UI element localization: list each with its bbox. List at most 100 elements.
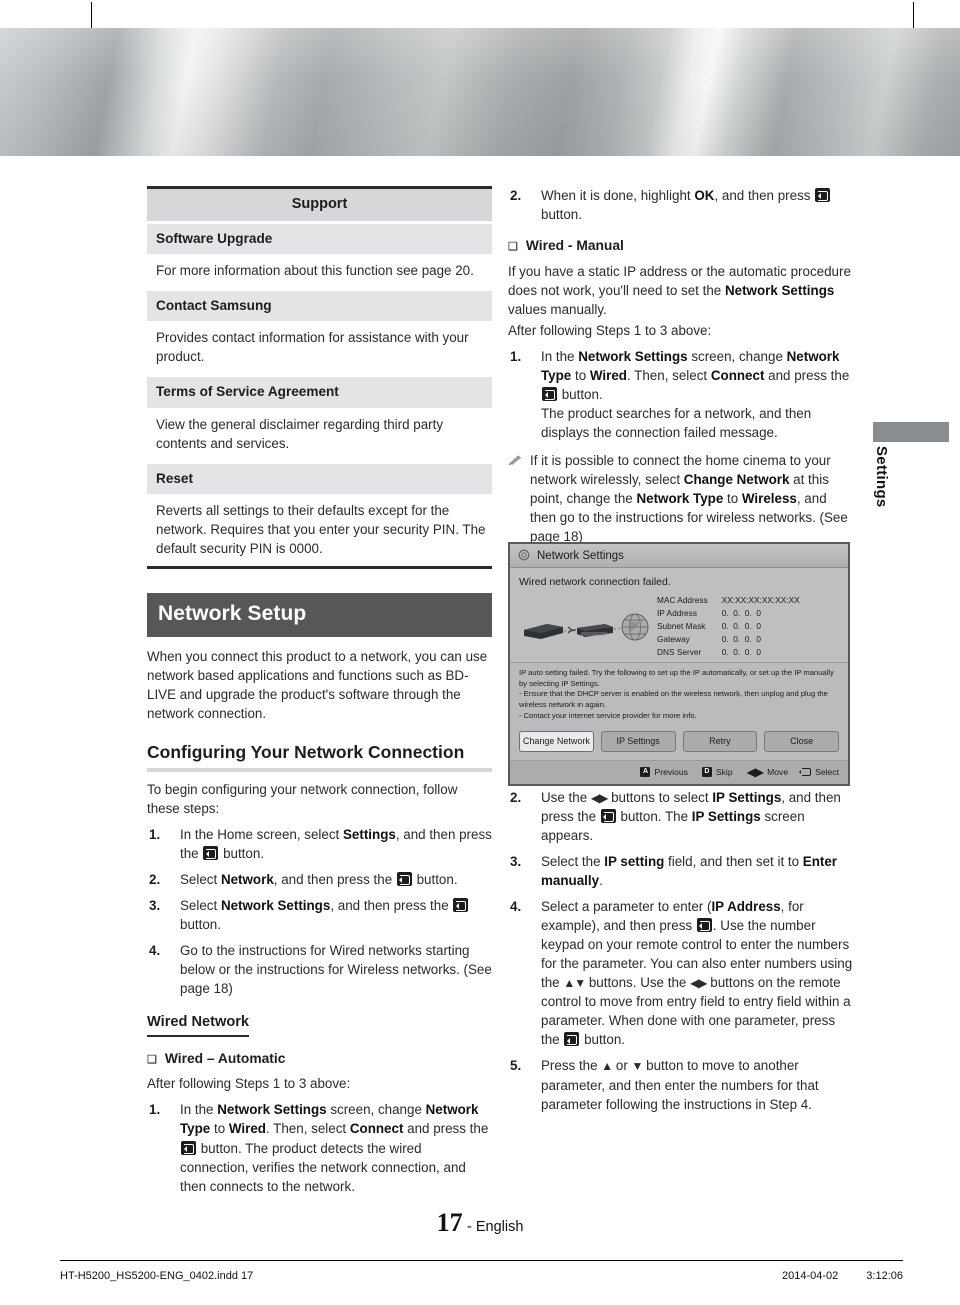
- table-row: Gateway 0. 0. 0. 0: [657, 632, 800, 645]
- nav-skip[interactable]: D Skip: [701, 765, 733, 779]
- ip-settings-button[interactable]: IP Settings: [600, 730, 676, 752]
- step-text: When it is done, highlight OK, and then …: [541, 188, 831, 222]
- help-line: - Ensure that the DHCP server is enabled…: [519, 689, 828, 710]
- support-row-heading: Reset: [147, 463, 492, 494]
- nav-select[interactable]: Select: [799, 765, 839, 779]
- dialog-help-text: IP auto setting failed. Try the followin…: [510, 661, 848, 728]
- wireless-note: If it is possible to connect the home ci…: [508, 451, 853, 546]
- step-number: 3.: [510, 854, 522, 870]
- change-network-button[interactable]: Change Network: [519, 730, 594, 752]
- table-row: MAC Address XX:XX:XX:XX:XX:XX: [657, 594, 800, 607]
- step-text: Use the ◀▶ buttons to select IP Settings…: [541, 790, 841, 844]
- decorative-header-banner: [0, 28, 960, 156]
- list-item: 4. Select a parameter to enter (IP Addres…: [508, 897, 853, 1049]
- wired-network-heading: Wired Network: [147, 1012, 250, 1037]
- info-value: XX:XX:XX:XX:XX:XX: [721, 595, 800, 606]
- wired-manual-intro2: After following Steps 1 to 3 above:: [508, 322, 712, 338]
- side-tab-settings: Settings: [873, 422, 949, 508]
- page-language: - English: [467, 1219, 524, 1235]
- dialog-nav-bar: A Previous D Skip ◀▶ Move Select: [510, 759, 848, 784]
- page-number: 17: [436, 1208, 463, 1237]
- configuring-steps-list: 1. In the Home screen, select Settings, a…: [147, 825, 492, 998]
- step-number: 2.: [510, 188, 522, 203]
- pencil-note-icon: [508, 455, 521, 466]
- step-text: Select Network, and then press the butto…: [180, 871, 458, 887]
- info-key: IP Address: [657, 608, 697, 619]
- key-a-icon: A: [640, 766, 651, 777]
- close-button[interactable]: Close: [764, 730, 839, 752]
- side-tab-label: Settings: [873, 446, 890, 508]
- enter-button-icon: [453, 897, 469, 912]
- list-item: 2. When it is done, highlight OK, and the…: [508, 186, 853, 224]
- dialog-info-area: MAC Address XX:XX:XX:XX:XX:XX IP Address 0…: [519, 594, 839, 658]
- network-topology-illustration: [524, 613, 649, 641]
- page-number-block: 17 - English: [0, 1208, 960, 1238]
- network-settings-dialog-screenshot: Network Settings Wired network connectio…: [508, 542, 850, 786]
- enter-button-icon: [181, 1140, 196, 1155]
- nav-previous[interactable]: A Previous: [640, 765, 688, 779]
- wired-network-heading-wrap: Wired Network: [147, 998, 492, 1037]
- step-text: Select a parameter to enter (IP Address,…: [541, 899, 853, 1048]
- step-text: In the Home screen, select Settings, and…: [180, 826, 492, 861]
- step-number: 2.: [510, 790, 522, 806]
- wired-automatic-bullet: ❑ Wired – Automatic: [147, 1049, 492, 1069]
- enter-button-icon: [542, 386, 557, 401]
- dialog-button-row: Change Network IP Settings Retry Close: [510, 727, 848, 760]
- step-number: 2.: [149, 871, 161, 887]
- print-footer: HT-H5200_HS5200-ENG_0402.indd 17 2014-04…: [60, 1270, 903, 1282]
- wired-automatic-steps: 1. In the Network Settings screen, change…: [147, 1100, 492, 1195]
- table-row: Subnet Mask 0. 0. 0. 0: [657, 620, 800, 633]
- step-text: Press the ▲ or ▼ button to move to anoth…: [541, 1058, 819, 1112]
- list-item: 5. Press the ▲ or ▼ button to move to ano…: [508, 1056, 853, 1113]
- square-bullet-icon: ❑: [147, 1053, 157, 1066]
- info-value: 0. 0. 0. 0: [721, 646, 761, 657]
- help-line: IP auto setting failed. Try the followin…: [519, 667, 834, 688]
- nav-label: Previous: [654, 766, 688, 777]
- step-number: 1.: [149, 1102, 161, 1118]
- footer-date: 2014-04-02: [782, 1270, 839, 1282]
- list-item: 3. Select the IP setting field, and then …: [508, 852, 853, 890]
- square-bullet-icon: ❑: [508, 241, 518, 254]
- list-item: 4. Go to the instructions for Wired netwo…: [147, 941, 492, 998]
- dialog-title-bar: Network Settings: [510, 544, 848, 568]
- configuring-connection-intro: To begin configuring your network connec…: [147, 781, 458, 816]
- info-key: MAC Address: [657, 595, 708, 606]
- step-text: Go to the instructions for Wired network…: [180, 943, 492, 997]
- network-setup-section-bar: Network Setup: [147, 593, 492, 637]
- footer-filename: HT-H5200_HS5200-ENG_0402.indd 17: [60, 1270, 254, 1282]
- wired-manual-bullet: ❑ Wired - Manual: [508, 236, 853, 256]
- support-table-title: Support: [147, 189, 492, 221]
- support-row-body: For more information about this function…: [156, 262, 474, 278]
- nav-label: Select: [815, 766, 839, 777]
- step-text: Select Network Settings, and then press …: [180, 897, 469, 932]
- enter-button-icon: [203, 845, 219, 860]
- side-tab-bar: [873, 422, 949, 442]
- nav-move[interactable]: ◀▶ Move: [747, 765, 788, 779]
- left-column: Support Software Upgrade For more inform…: [147, 186, 492, 1196]
- info-value: 0. 0. 0. 0: [721, 633, 761, 644]
- wired-automatic-steps-continued: 2. When it is done, highlight OK, and the…: [508, 186, 853, 224]
- step-number: 1.: [149, 826, 161, 842]
- table-row: DNS Server 0. 0. 0. 0: [657, 645, 800, 658]
- step-text: In the Network Settings screen, change N…: [180, 1102, 489, 1194]
- list-item: 3. Select Network Settings, and then pres…: [147, 896, 492, 934]
- step-number: 4.: [510, 899, 522, 915]
- info-key: Gateway: [657, 633, 690, 644]
- gear-icon: [518, 549, 530, 561]
- enter-button-icon: [396, 871, 412, 886]
- dialog-message: Wired network connection failed.: [519, 576, 671, 588]
- left-right-arrows-icon: ◀▶: [746, 764, 764, 779]
- step-number: 3.: [149, 897, 161, 913]
- list-item: 1. In the Network Settings screen, change…: [147, 1100, 492, 1195]
- retry-button[interactable]: Retry: [682, 730, 758, 752]
- step-text: In the Network Settings screen, change N…: [541, 348, 850, 440]
- info-key: DNS Server: [657, 646, 702, 657]
- list-item: 1. In the Home screen, select Settings, a…: [147, 825, 492, 863]
- nav-label: Skip: [715, 766, 733, 777]
- info-value: 0. 0. 0. 0: [721, 620, 761, 631]
- support-row-body: Provides contact information for assista…: [156, 330, 469, 365]
- table-row: IP Address 0. 0. 0. 0: [657, 607, 800, 620]
- wired-automatic-intro: After following Steps 1 to 3 above:: [147, 1076, 351, 1092]
- support-row-body: View the general disclaimer regarding th…: [156, 416, 444, 451]
- wireless-note-text: If it is possible to connect the home ci…: [530, 452, 848, 545]
